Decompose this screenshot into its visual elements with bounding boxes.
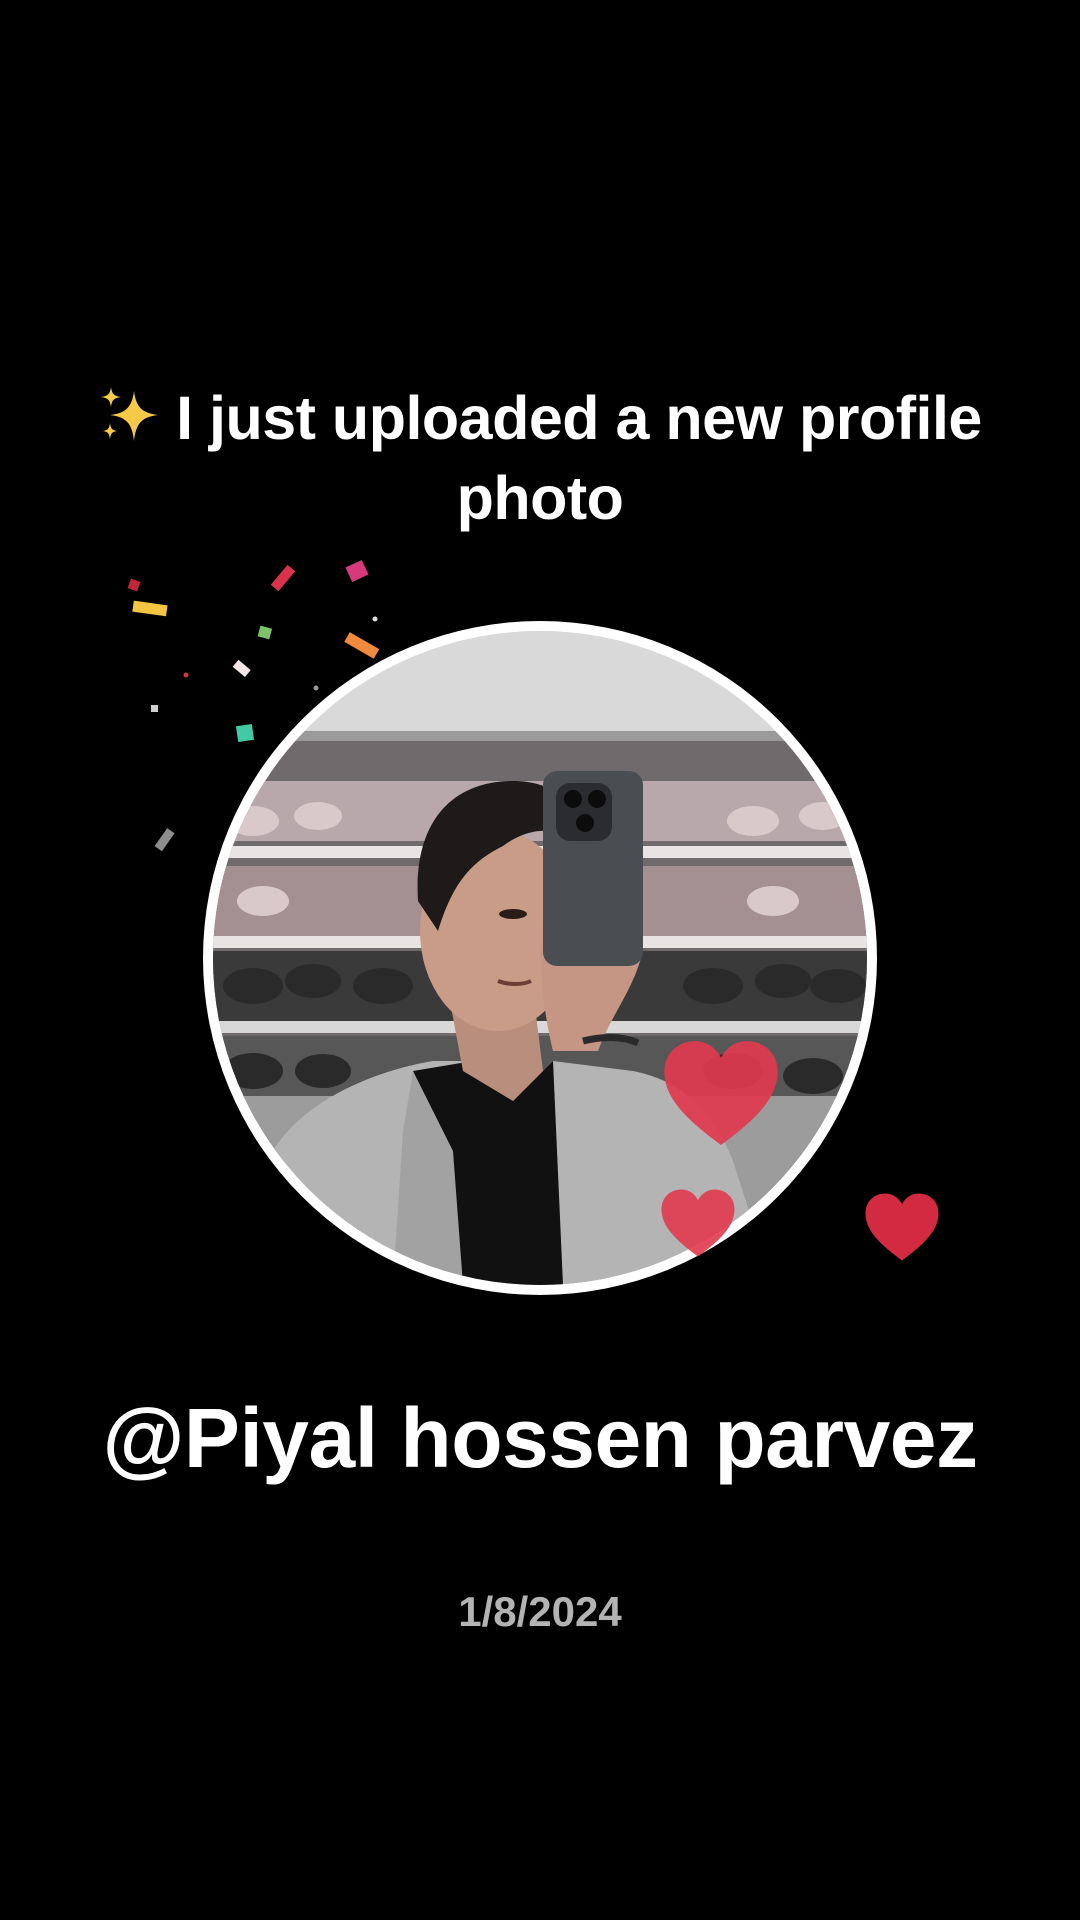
heart-icon [664,1041,778,1145]
upload-date: 1/8/2024 [458,1588,622,1635]
profile-username: @Piyal hossen parvez [102,1391,978,1485]
profile-photo [213,631,867,1285]
announcement-text: I just uploaded a new profile photo [176,384,982,532]
heart-icon [661,1189,735,1257]
heart-icon [865,1193,939,1261]
announcement-headline: I just uploaded a new profile photo [90,378,990,538]
sparkles-icon [98,384,164,444]
